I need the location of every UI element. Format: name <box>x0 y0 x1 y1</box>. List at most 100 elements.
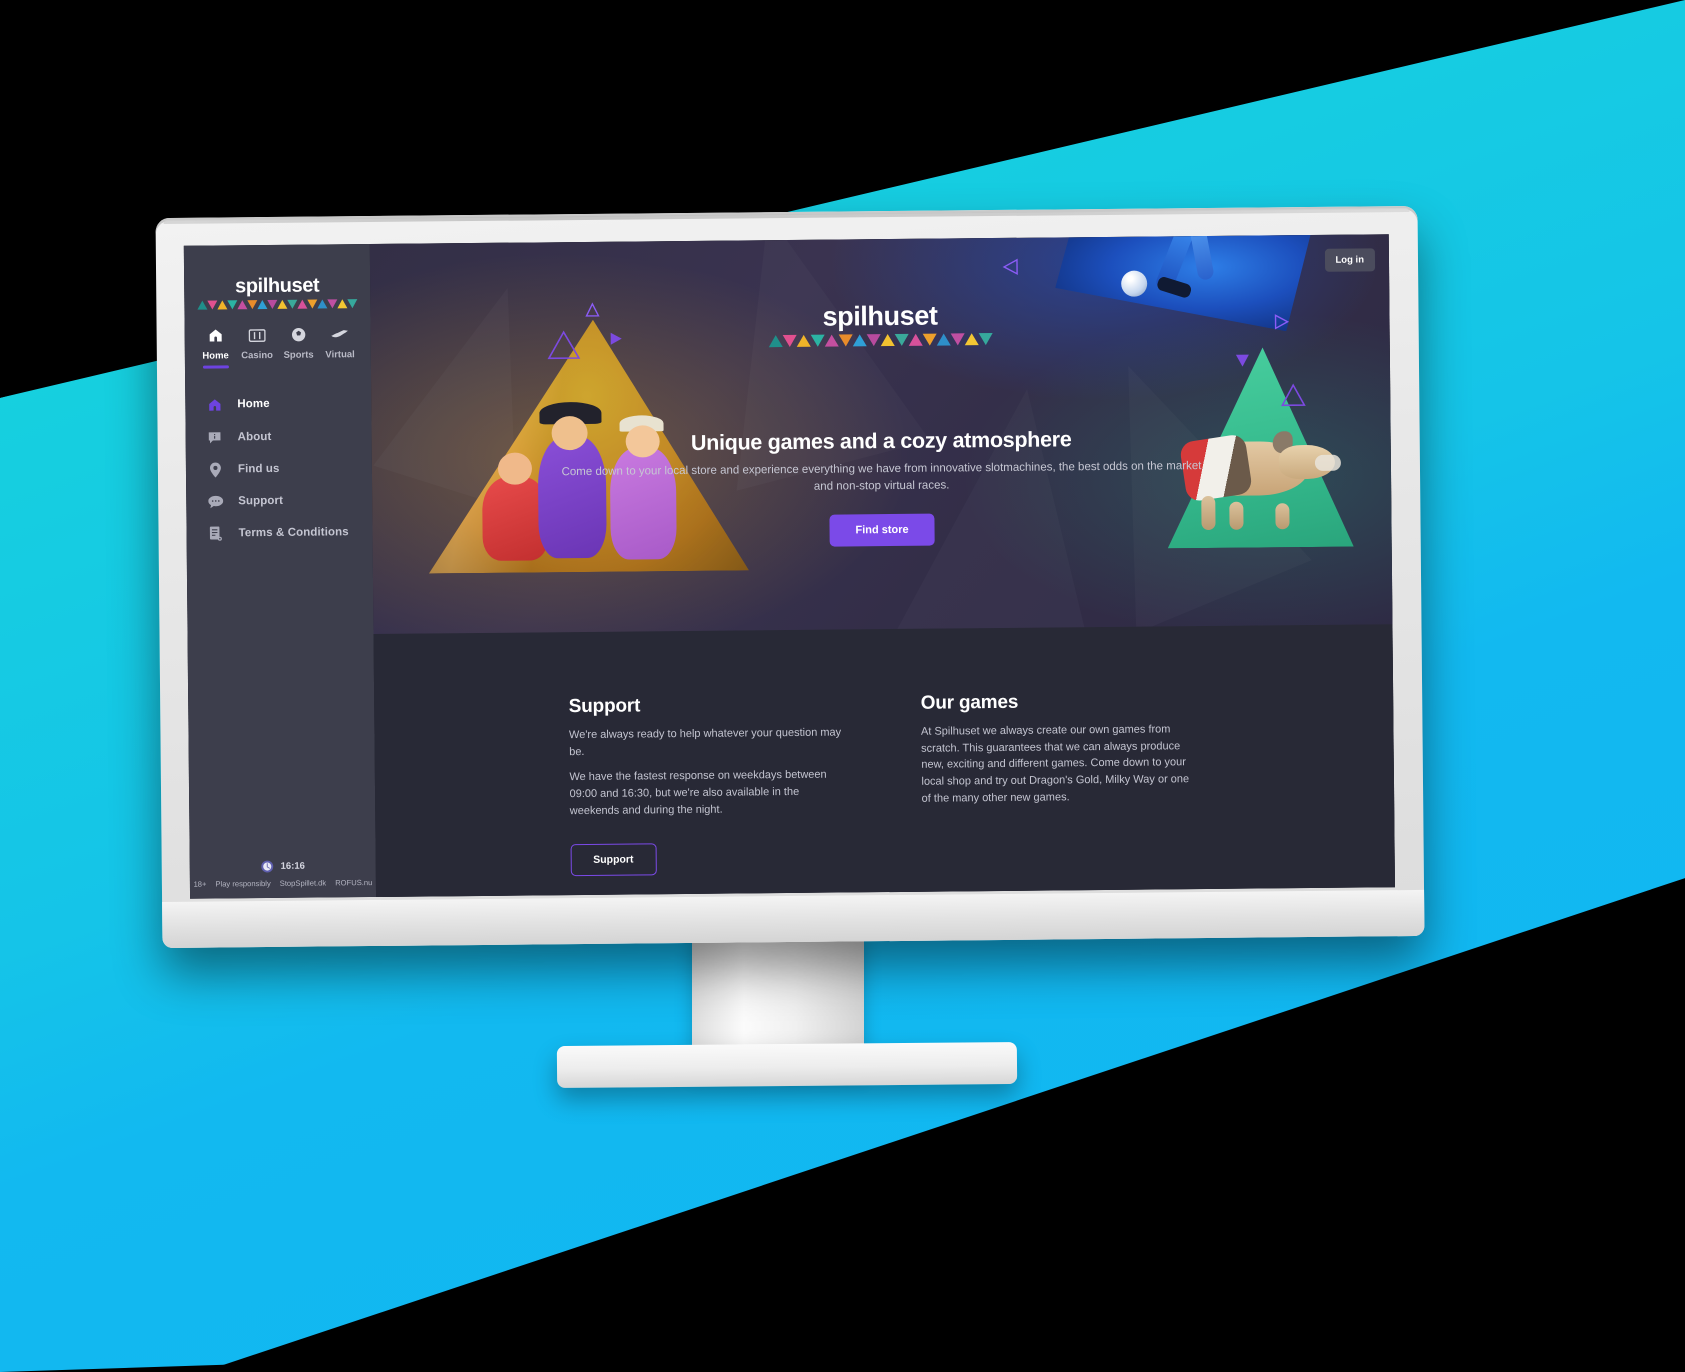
sidebar-item-find-us[interactable]: Find us <box>186 452 372 487</box>
legal-stopspillet-link[interactable]: StopSpillet.dk <box>280 878 327 887</box>
logo-triangle <box>267 299 278 310</box>
support-paragraph-1: We're always ready to help whatever your… <box>568 726 842 758</box>
sidebar-nav-list: Home About Find us Support Terms & Condi… <box>185 387 373 551</box>
logo-triangle <box>207 300 218 310</box>
legal-links: 18+ Play responsibly StopSpillet.dk ROFU… <box>190 878 376 889</box>
sidebar-item-home[interactable]: Home <box>185 387 371 422</box>
legal-age-label: 18+ <box>193 879 207 889</box>
sidebar-item-terms[interactable]: Terms & Conditions <box>186 516 372 551</box>
logo-triangle <box>257 300 268 310</box>
tab-virtual-label: Virtual <box>325 349 355 361</box>
sidebar-item-terms-label: Terms & Conditions <box>238 526 349 540</box>
sidebar-item-support[interactable]: Support <box>186 485 372 518</box>
website-root: spilhuset Home Casino Sports Virtual Hom… <box>183 234 1396 899</box>
logo-triangle <box>866 334 881 347</box>
clock-time: 16:16 <box>280 860 305 872</box>
info-chat-icon <box>206 430 224 444</box>
sidebar-item-about[interactable]: About <box>185 420 371 454</box>
logo-triangle <box>307 299 318 309</box>
sidebar-item-support-label: Support <box>238 494 284 508</box>
tab-casino[interactable]: Casino <box>236 325 278 368</box>
tab-sports-label: Sports <box>283 349 314 361</box>
decorative-triangle-solid <box>609 332 623 346</box>
logo-triangle <box>782 334 797 348</box>
logo-triangle <box>824 334 839 347</box>
logo-triangle <box>978 333 993 346</box>
content-sections: Support We're always ready to help whate… <box>373 624 1396 897</box>
logo-triangle <box>337 299 348 309</box>
hero-logo-text: spilhuset <box>822 300 938 332</box>
logo-triangle <box>277 299 288 309</box>
decorative-triangle-outline <box>1273 313 1290 330</box>
monitor-base <box>556 1041 1018 1089</box>
clock-row: 16:16 <box>190 859 376 874</box>
logo-triangle <box>317 299 328 309</box>
logo-triangle <box>964 333 979 346</box>
logo-triangle <box>950 333 965 346</box>
our-games-column: Our games At Spilhuset we always create … <box>921 690 1201 892</box>
decorative-triangle-outline <box>1280 383 1306 407</box>
support-paragraph-2: We have the fastest response on weekdays… <box>569 769 827 817</box>
greyhound-icon <box>331 324 349 344</box>
our-games-heading: Our games <box>920 691 1019 714</box>
tab-casino-label: Casino <box>241 349 273 362</box>
monitor-screen: spilhuset Home Casino Sports Virtual Hom… <box>183 234 1396 899</box>
find-store-button[interactable]: Find store <box>829 513 935 547</box>
hero-subtitle: Come down to your local store and experi… <box>561 460 1202 493</box>
home-icon <box>205 397 223 412</box>
home-icon <box>207 325 223 345</box>
tab-active-underline <box>202 365 229 369</box>
support-heading: Support <box>568 695 641 718</box>
clock-icon <box>261 860 274 873</box>
logo-triangle <box>838 334 853 347</box>
decorative-triangle-outline <box>1002 258 1019 276</box>
chat-bubble-icon <box>206 495 224 508</box>
document-icon <box>206 525 224 541</box>
logo-triangle <box>796 334 811 347</box>
hero-logo: spilhuset <box>768 300 993 348</box>
sidebar-item-home-label: Home <box>237 397 270 411</box>
logo-triangle <box>237 300 248 310</box>
map-pin-icon <box>206 462 224 478</box>
tab-sports[interactable]: Sports <box>278 325 320 368</box>
logo-triangle <box>327 299 338 309</box>
support-button[interactable]: Support <box>570 842 657 876</box>
tab-home[interactable]: Home <box>195 325 237 369</box>
logo-triangle <box>768 335 783 348</box>
legal-rofus-link[interactable]: ROFUS.nu <box>335 878 372 887</box>
sidebar-logo-text: spilhuset <box>234 274 320 298</box>
sidebar-tab-bar: Home Casino Sports Virtual <box>184 308 371 369</box>
sidebar-item-find-us-label: Find us <box>237 462 280 476</box>
tab-virtual[interactable]: Virtual <box>319 324 361 367</box>
screenshot-stage: spilhuset Home Casino Sports Virtual Hom… <box>0 0 1685 1372</box>
legal-play-responsibly-link[interactable]: Play responsibly <box>215 879 270 889</box>
decorative-triangle-outline <box>547 330 581 360</box>
logo-triangle <box>247 300 258 310</box>
decorative-triangle-solid <box>1235 354 1250 368</box>
logo-triangle <box>297 299 308 309</box>
logo-triangle-band <box>768 333 993 348</box>
sidebar: spilhuset Home Casino Sports Virtual Hom… <box>183 244 377 899</box>
logo-triangle <box>936 333 951 346</box>
hero-copy: Unique games and a cozy atmosphere Come … <box>372 424 1392 551</box>
sidebar-footer: 16:16 18+ Play responsibly StopSpillet.d… <box>190 859 376 899</box>
logo-triangle <box>197 300 208 310</box>
logo-triangle <box>227 300 238 310</box>
logo-triangle <box>922 333 937 346</box>
hero-banner: spilhuset Unique games and a cozy atmosp… <box>369 234 1393 635</box>
main-content: spilhuset Unique games and a cozy atmosp… <box>369 234 1396 897</box>
sidebar-logo[interactable]: spilhuset <box>184 244 371 310</box>
logo-triangle <box>217 300 228 310</box>
decorative-triangle-outline <box>584 302 600 318</box>
logo-triangle <box>880 333 895 347</box>
hero-title: Unique games and a cozy atmosphere <box>690 427 1072 455</box>
logo-triangle <box>810 334 825 347</box>
monitor-frame: spilhuset Home Casino Sports Virtual Hom… <box>155 205 1425 949</box>
logo-triangle <box>852 334 867 347</box>
logo-triangle <box>347 299 358 309</box>
login-button[interactable]: Log in <box>1324 248 1376 272</box>
sidebar-item-about-label: About <box>237 430 272 443</box>
logo-triangle <box>894 333 909 346</box>
slot-machine-icon <box>248 325 266 345</box>
logo-triangle <box>287 299 298 309</box>
